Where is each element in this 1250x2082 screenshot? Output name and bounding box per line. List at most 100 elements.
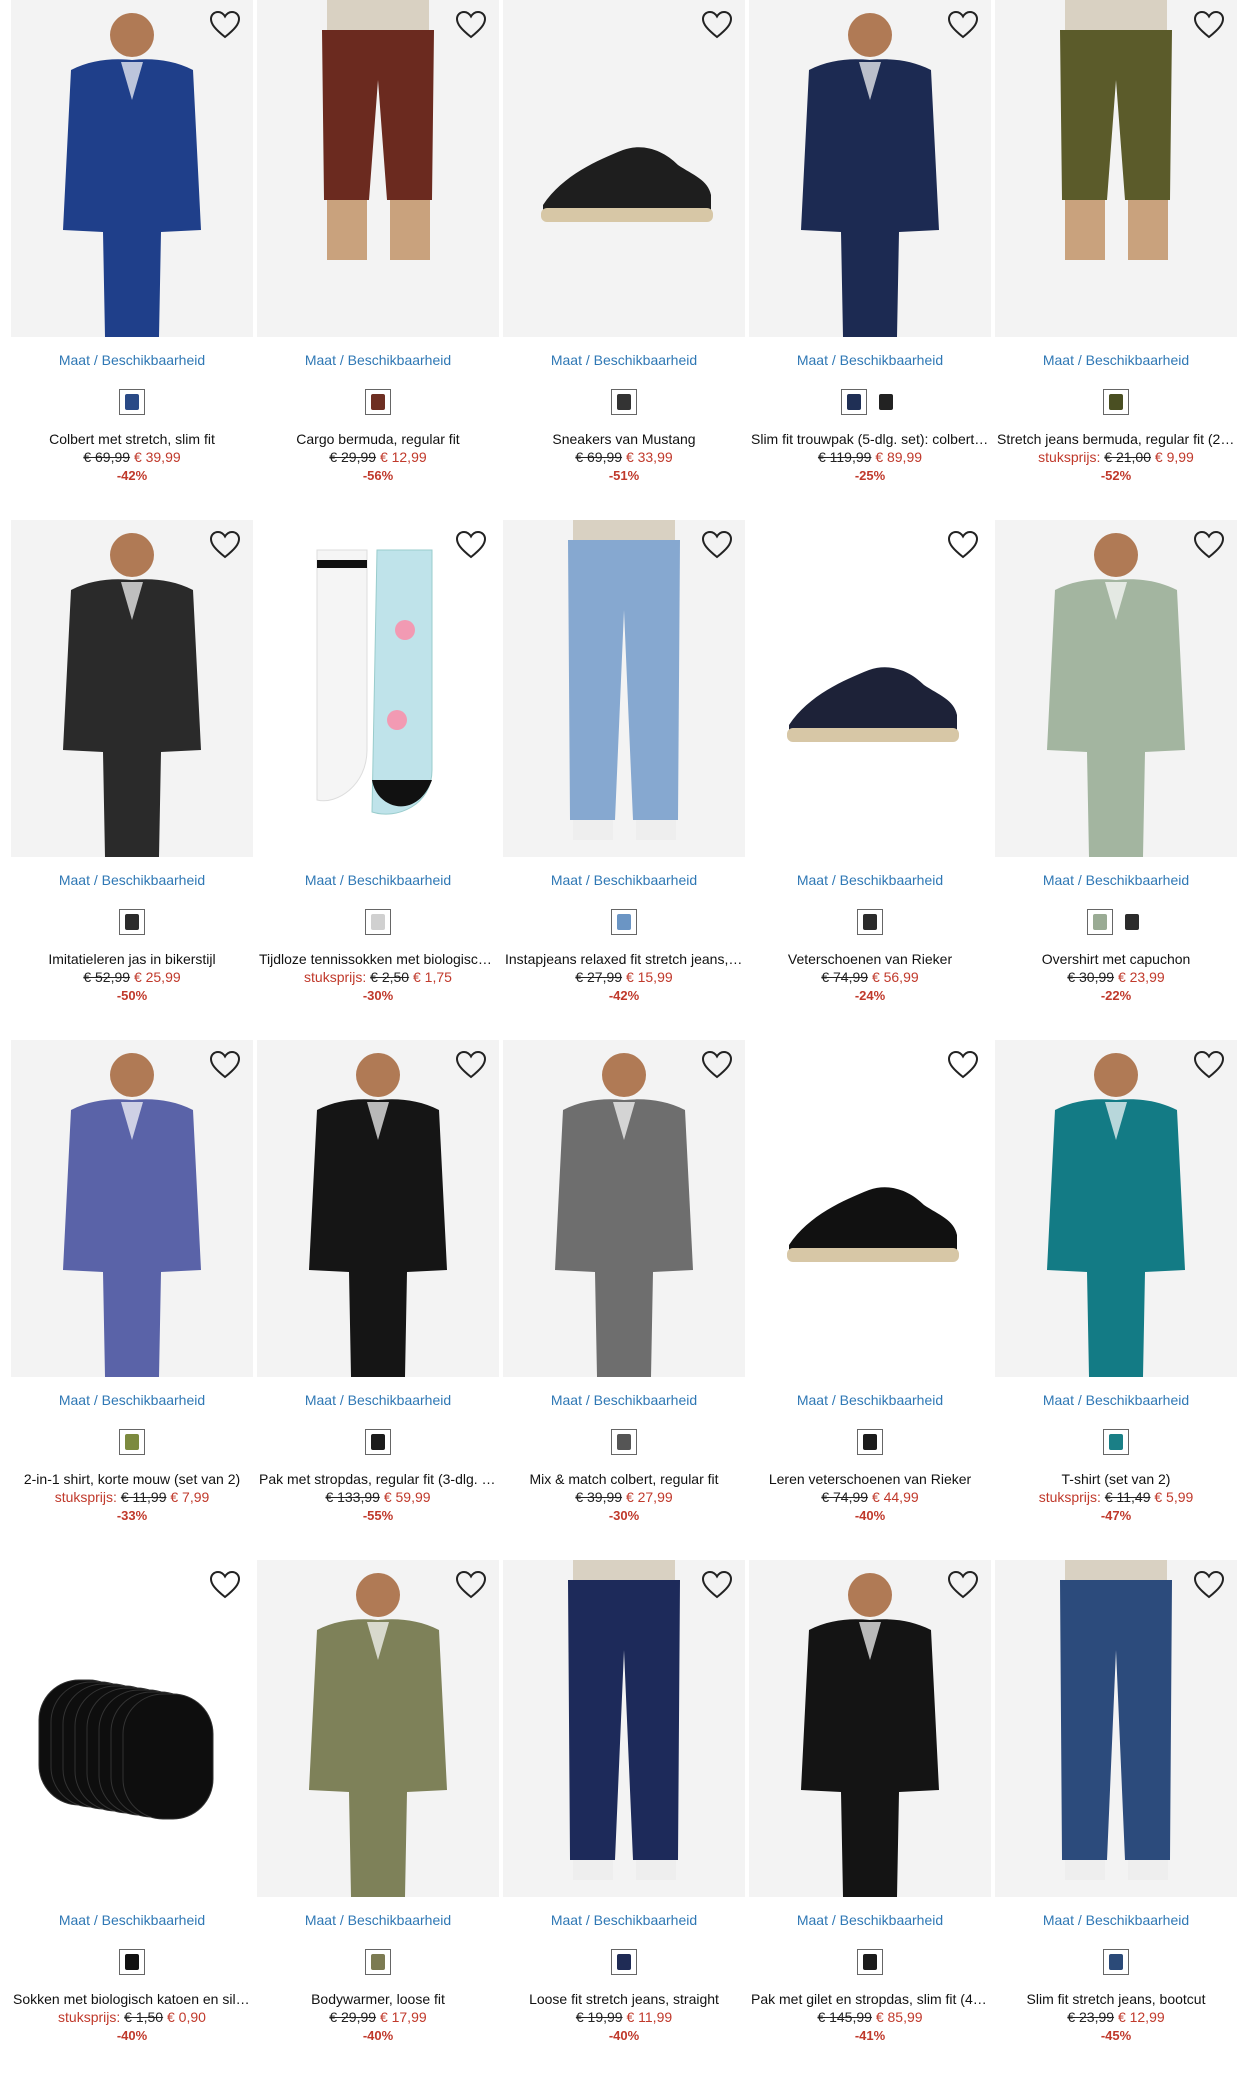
product-card[interactable]: Maat / Beschikbaarheid Imitatieleren jas…: [11, 520, 253, 1040]
heart-icon[interactable]: [1193, 10, 1225, 40]
product-card[interactable]: Maat / Beschikbaarheid Veterschoenen van…: [749, 520, 991, 1040]
product-card[interactable]: Maat / Beschikbaarheid Mix & match colbe…: [503, 1040, 745, 1560]
heart-icon[interactable]: [209, 1570, 241, 1600]
product-card[interactable]: Maat / Beschikbaarheid Overshirt met cap…: [995, 520, 1237, 1040]
product-title[interactable]: Instapjeans relaxed fit stretch jeans, t…: [503, 950, 745, 968]
product-card[interactable]: Maat / Beschikbaarheid Colbert met stret…: [11, 0, 253, 520]
heart-icon[interactable]: [947, 10, 979, 40]
size-availability-link[interactable]: Maat / Beschikbaarheid: [749, 1911, 991, 1929]
size-availability-link[interactable]: Maat / Beschikbaarheid: [995, 1391, 1237, 1409]
heart-icon[interactable]: [1193, 530, 1225, 560]
color-swatch[interactable]: [365, 909, 391, 935]
product-title[interactable]: Stretch jeans bermuda, regular fit (2 st…: [995, 430, 1237, 448]
color-swatch[interactable]: [1087, 909, 1113, 935]
product-title[interactable]: Slim fit stretch jeans, bootcut: [995, 1990, 1237, 2008]
heart-icon[interactable]: [455, 10, 487, 40]
heart-icon[interactable]: [455, 1570, 487, 1600]
product-image[interactable]: [503, 520, 745, 857]
product-card[interactable]: Maat / Beschikbaarheid Slim fit trouwpak…: [749, 0, 991, 520]
product-card[interactable]: Maat / Beschikbaarheid Tijdloze tennisso…: [257, 520, 499, 1040]
product-title[interactable]: Sokken met biologisch katoen en silicone…: [11, 1990, 253, 2008]
product-image[interactable]: [995, 1560, 1237, 1897]
size-availability-link[interactable]: Maat / Beschikbaarheid: [11, 1391, 253, 1409]
product-image[interactable]: [503, 1560, 745, 1897]
product-image[interactable]: [749, 520, 991, 857]
size-availability-link[interactable]: Maat / Beschikbaarheid: [995, 351, 1237, 369]
product-title[interactable]: Pak met gilet en stropdas, slim fit (4-d…: [749, 1990, 991, 2008]
product-image[interactable]: [749, 1040, 991, 1377]
heart-icon[interactable]: [209, 10, 241, 40]
color-swatch[interactable]: [841, 389, 867, 415]
product-image[interactable]: [257, 1560, 499, 1897]
heart-icon[interactable]: [701, 1570, 733, 1600]
product-image[interactable]: [503, 1040, 745, 1377]
heart-icon[interactable]: [701, 10, 733, 40]
product-image[interactable]: [257, 520, 499, 857]
color-swatch[interactable]: [119, 389, 145, 415]
color-swatch[interactable]: [857, 1429, 883, 1455]
size-availability-link[interactable]: Maat / Beschikbaarheid: [749, 871, 991, 889]
product-title[interactable]: Overshirt met capuchon: [995, 950, 1237, 968]
product-title[interactable]: Pak met stropdas, regular fit (3-dlg. se…: [257, 1470, 499, 1488]
product-card[interactable]: Maat / Beschikbaarheid 2-in-1 shirt, kor…: [11, 1040, 253, 1560]
size-availability-link[interactable]: Maat / Beschikbaarheid: [995, 871, 1237, 889]
product-image[interactable]: [11, 0, 253, 337]
product-card[interactable]: Maat / Beschikbaarheid Slim fit stretch …: [995, 1560, 1237, 2080]
size-availability-link[interactable]: Maat / Beschikbaarheid: [503, 871, 745, 889]
color-swatch[interactable]: [365, 1429, 391, 1455]
product-card[interactable]: Maat / Beschikbaarheid Stretch jeans ber…: [995, 0, 1237, 520]
color-swatch[interactable]: [857, 1949, 883, 1975]
size-availability-link[interactable]: Maat / Beschikbaarheid: [503, 1391, 745, 1409]
product-image[interactable]: [257, 1040, 499, 1377]
product-image[interactable]: [749, 1560, 991, 1897]
heart-icon[interactable]: [701, 530, 733, 560]
size-availability-link[interactable]: Maat / Beschikbaarheid: [995, 1911, 1237, 1929]
heart-icon[interactable]: [947, 1050, 979, 1080]
product-image[interactable]: [995, 1040, 1237, 1377]
color-swatch[interactable]: [365, 1949, 391, 1975]
product-card[interactable]: Maat / Beschikbaarheid Loose fit stretch…: [503, 1560, 745, 2080]
color-swatch[interactable]: [1103, 1429, 1129, 1455]
color-swatch[interactable]: [119, 1949, 145, 1975]
product-title[interactable]: Slim fit trouwpak (5-dlg. set): colbert,…: [749, 430, 991, 448]
product-title[interactable]: T-shirt (set van 2): [995, 1470, 1237, 1488]
heart-icon[interactable]: [209, 1050, 241, 1080]
size-availability-link[interactable]: Maat / Beschikbaarheid: [257, 1391, 499, 1409]
heart-icon[interactable]: [1193, 1570, 1225, 1600]
product-card[interactable]: Maat / Beschikbaarheid Pak met stropdas,…: [257, 1040, 499, 1560]
heart-icon[interactable]: [947, 1570, 979, 1600]
product-title[interactable]: Loose fit stretch jeans, straight: [503, 1990, 745, 2008]
heart-icon[interactable]: [947, 530, 979, 560]
size-availability-link[interactable]: Maat / Beschikbaarheid: [503, 351, 745, 369]
color-swatch[interactable]: [611, 909, 637, 935]
color-swatch[interactable]: [119, 1429, 145, 1455]
color-swatch[interactable]: [611, 1949, 637, 1975]
product-card[interactable]: Maat / Beschikbaarheid Sokken met biolog…: [11, 1560, 253, 2080]
product-image[interactable]: [11, 1040, 253, 1377]
product-card[interactable]: Maat / Beschikbaarheid Cargo bermuda, re…: [257, 0, 499, 520]
size-availability-link[interactable]: Maat / Beschikbaarheid: [503, 1911, 745, 1929]
heart-icon[interactable]: [455, 530, 487, 560]
heart-icon[interactable]: [1193, 1050, 1225, 1080]
color-swatch[interactable]: [1103, 389, 1129, 415]
product-card[interactable]: Maat / Beschikbaarheid T-shirt (set van …: [995, 1040, 1237, 1560]
color-swatch[interactable]: [365, 389, 391, 415]
size-availability-link[interactable]: Maat / Beschikbaarheid: [11, 351, 253, 369]
color-swatch[interactable]: [1119, 909, 1145, 935]
color-swatch[interactable]: [611, 389, 637, 415]
size-availability-link[interactable]: Maat / Beschikbaarheid: [11, 1911, 253, 1929]
product-title[interactable]: Sneakers van Mustang: [503, 430, 745, 448]
product-title[interactable]: Leren veterschoenen van Rieker: [749, 1470, 991, 1488]
product-title[interactable]: Imitatieleren jas in bikerstijl: [11, 950, 253, 968]
heart-icon[interactable]: [455, 1050, 487, 1080]
size-availability-link[interactable]: Maat / Beschikbaarheid: [257, 351, 499, 369]
product-title[interactable]: Mix & match colbert, regular fit: [503, 1470, 745, 1488]
product-card[interactable]: Maat / Beschikbaarheid Instapjeans relax…: [503, 520, 745, 1040]
product-image[interactable]: [503, 0, 745, 337]
product-image[interactable]: [11, 520, 253, 857]
product-image[interactable]: [749, 0, 991, 337]
product-title[interactable]: Veterschoenen van Rieker: [749, 950, 991, 968]
product-card[interactable]: Maat / Beschikbaarheid Pak met gilet en …: [749, 1560, 991, 2080]
product-title[interactable]: Colbert met stretch, slim fit: [11, 430, 253, 448]
size-availability-link[interactable]: Maat / Beschikbaarheid: [749, 1391, 991, 1409]
